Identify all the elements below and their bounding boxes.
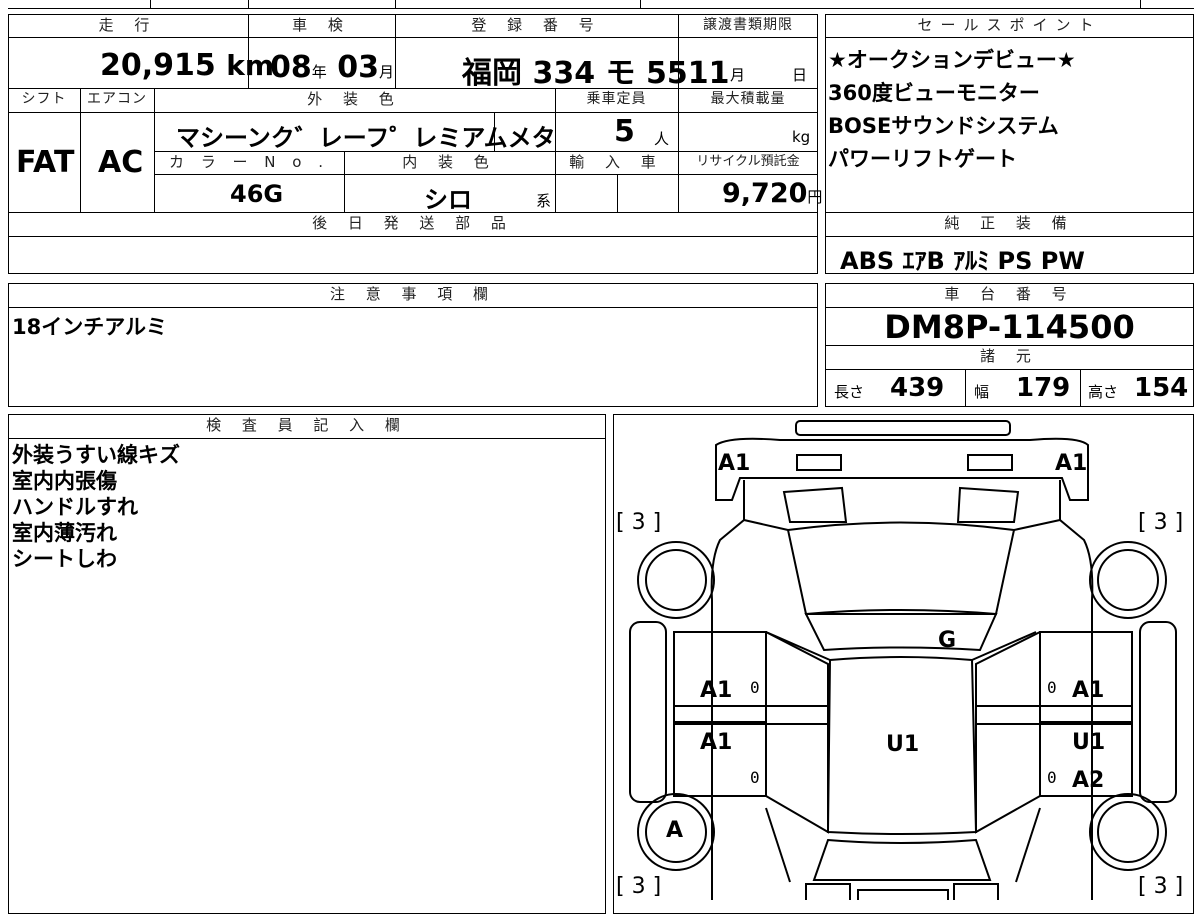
marker-zero: 0: [1047, 678, 1057, 697]
tire-front-left: [ 3 ]: [616, 510, 662, 535]
damage-door-rear-left: A1: [700, 730, 733, 755]
marker-zero: 0: [1047, 768, 1057, 787]
damage-door-front-left: A1: [700, 678, 733, 703]
tire-rear-right: [ 3 ]: [1138, 874, 1184, 899]
damage-door-rear-right-lower: A2: [1072, 768, 1105, 793]
car-diagram-outline: [629, 420, 1177, 900]
damage-door-rear-right-upper: U1: [1072, 730, 1106, 755]
tire-rear-left: [ 3 ]: [616, 874, 662, 899]
tire-front-right: [ 3 ]: [1138, 510, 1184, 535]
damage-wheel-rear-left: A: [666, 818, 684, 843]
damage-roof: U1: [886, 732, 920, 757]
damage-front-right: A1: [1055, 451, 1088, 476]
damage-front-left: A1: [718, 451, 751, 476]
marker-zero: 0: [750, 768, 760, 787]
marker-zero: 0: [750, 678, 760, 697]
damage-door-front-right: A1: [1072, 678, 1105, 703]
damage-glass: G: [938, 628, 957, 653]
